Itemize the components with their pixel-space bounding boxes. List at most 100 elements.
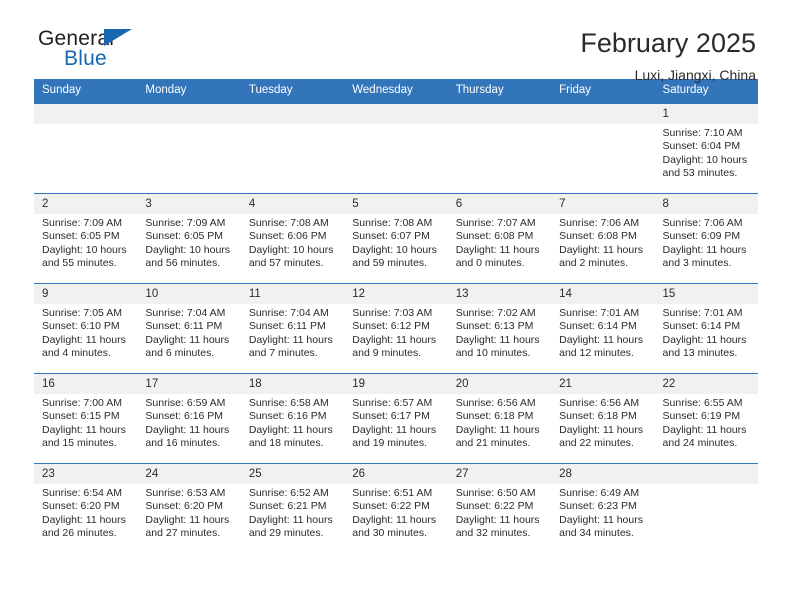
sunset-text: Sunset: 6:05 PM [42,230,120,243]
calendar-day-cell[interactable]: 24 Sunrise: 6:53 AM Sunset: 6:20 PM Dayligh… [137,463,241,554]
location-subtitle: Luxi, Jiangxi, China [634,67,756,83]
sunrise-text: Sunrise: 7:06 AM [559,217,640,229]
sunrise-text: Sunrise: 6:56 AM [559,397,640,409]
calendar-day-cell[interactable]: 18 Sunrise: 6:58 AM Sunset: 6:16 PM Dayligh… [240,373,345,464]
calendar-day-cell[interactable] [447,103,552,194]
day-cell-content: 28 Sunrise: 6:49 AM Sunset: 6:23 PM Dayligh… [551,464,655,553]
calendar-day-cell[interactable] [551,103,655,194]
page-title: February 2025 [580,28,756,58]
daylight-text: Daylight: 10 hours and 59 minutes. [352,243,437,270]
daylight-text: Daylight: 11 hours and 19 minutes. [352,423,437,450]
sunrise-text: Sunrise: 6:58 AM [248,397,329,409]
sunrise-text: Sunrise: 6:50 AM [455,487,536,499]
day-number: 4 [240,194,345,214]
calendar-day-cell[interactable]: 27 Sunrise: 6:50 AM Sunset: 6:22 PM Dayligh… [447,463,552,554]
day-number: 13 [447,284,552,304]
calendar-day-cell[interactable]: 5 Sunrise: 7:08 AM Sunset: 6:07 PM Daylight… [344,193,448,284]
sunrise-text: Sunrise: 7:08 AM [352,217,433,229]
calendar-day-cell[interactable]: 19 Sunrise: 6:57 AM Sunset: 6:17 PM Dayligh… [344,373,448,464]
sunrise-text: Sunrise: 7:01 AM [559,307,640,319]
day-sun-info: Sunrise: 7:06 AM Sunset: 6:09 PM Daylight:… [655,214,758,271]
calendar-day-cell[interactable]: 3 Sunrise: 7:09 AM Sunset: 6:05 PM Daylight… [137,193,241,284]
calendar-day-cell[interactable]: 28 Sunrise: 6:49 AM Sunset: 6:23 PM Dayligh… [551,463,655,554]
calendar-day-cell[interactable]: 11 Sunrise: 7:04 AM Sunset: 6:11 PM Dayligh… [240,283,345,374]
calendar-day-cell[interactable] [344,103,448,194]
weekday-header-wednesday: Wednesday [344,79,448,104]
calendar-day-cell[interactable]: 1 Sunrise: 7:10 AM Sunset: 6:04 PM Daylight… [654,103,758,194]
sunrise-text: Sunrise: 7:09 AM [42,217,122,229]
day-sun-info: Sunrise: 7:08 AM Sunset: 6:06 PM Daylight:… [241,214,344,271]
calendar-day-cell[interactable]: 4 Sunrise: 7:08 AM Sunset: 6:06 PM Daylight… [240,193,345,284]
day-cell-content: 11 Sunrise: 7:04 AM Sunset: 6:11 PM Dayligh… [240,284,345,373]
day-number: 7 [551,194,655,214]
day-cell-content [654,464,758,553]
day-sun-info: Sunrise: 7:00 AM Sunset: 6:15 PM Daylight:… [34,394,137,451]
sunset-text: Sunset: 6:17 PM [352,410,430,423]
day-sun-info: Sunrise: 7:06 AM Sunset: 6:08 PM Daylight:… [551,214,654,271]
calendar-day-cell[interactable]: 26 Sunrise: 6:51 AM Sunset: 6:22 PM Dayligh… [344,463,448,554]
calendar-day-cell[interactable]: 25 Sunrise: 6:52 AM Sunset: 6:21 PM Dayligh… [240,463,345,554]
calendar-day-cell[interactable]: 8 Sunrise: 7:06 AM Sunset: 6:09 PM Daylight… [654,193,758,284]
calendar-day-cell[interactable]: 17 Sunrise: 6:59 AM Sunset: 6:16 PM Dayligh… [137,373,241,464]
day-number: 2 [34,194,138,214]
day-cell-content [551,104,655,193]
calendar-day-cell[interactable]: 6 Sunrise: 7:07 AM Sunset: 6:08 PM Daylight… [447,193,552,284]
calendar-day-cell[interactable]: 14 Sunrise: 7:01 AM Sunset: 6:14 PM Dayligh… [551,283,655,374]
day-sun-info: Sunrise: 6:56 AM Sunset: 6:18 PM Daylight:… [448,394,551,451]
day-cell-content [447,104,552,193]
calendar-day-cell[interactable] [34,103,138,194]
day-cell-content: 13 Sunrise: 7:02 AM Sunset: 6:13 PM Dayligh… [447,284,552,373]
calendar-day-cell[interactable]: 12 Sunrise: 7:03 AM Sunset: 6:12 PM Dayligh… [344,283,448,374]
sunset-text: Sunset: 6:21 PM [248,500,327,513]
calendar-day-cell[interactable]: 15 Sunrise: 7:01 AM Sunset: 6:14 PM Dayligh… [654,283,758,374]
sunrise-text: Sunrise: 6:54 AM [42,487,122,499]
day-sun-info: Sunrise: 7:10 AM Sunset: 6:04 PM Daylight:… [655,124,758,181]
day-sun-info: Sunrise: 7:08 AM Sunset: 6:07 PM Daylight:… [344,214,447,271]
day-number: 26 [344,464,448,484]
day-cell-content: 6 Sunrise: 7:07 AM Sunset: 6:08 PM Daylight… [447,194,552,283]
day-number: 24 [137,464,241,484]
day-number [551,104,655,124]
daylight-text: Daylight: 11 hours and 24 minutes. [662,423,747,450]
day-cell-content: 10 Sunrise: 7:04 AM Sunset: 6:11 PM Dayligh… [137,284,241,373]
sunrise-text: Sunrise: 6:57 AM [352,397,433,409]
daylight-text: Daylight: 11 hours and 0 minutes. [455,243,540,270]
day-sun-info: Sunrise: 7:09 AM Sunset: 6:05 PM Daylight:… [34,214,137,271]
sunset-text: Sunset: 6:19 PM [662,410,741,423]
calendar-day-cell[interactable] [240,103,345,194]
calendar-day-cell[interactable]: 20 Sunrise: 6:56 AM Sunset: 6:18 PM Dayligh… [447,373,552,464]
day-cell-content [240,104,345,193]
day-cell-content [137,104,241,193]
sunrise-text: Sunrise: 6:53 AM [145,487,226,499]
day-sun-info: Sunrise: 6:56 AM Sunset: 6:18 PM Daylight:… [551,394,654,451]
calendar-day-cell[interactable]: 23 Sunrise: 6:54 AM Sunset: 6:20 PM Dayligh… [34,463,138,554]
calendar-day-cell[interactable]: 2 Sunrise: 7:09 AM Sunset: 6:05 PM Daylight… [34,193,138,284]
calendar-day-cell[interactable]: 9 Sunrise: 7:05 AM Sunset: 6:10 PM Daylight… [34,283,138,374]
calendar-day-cell[interactable]: 7 Sunrise: 7:06 AM Sunset: 6:08 PM Daylight… [551,193,655,284]
day-number: 8 [654,194,758,214]
calendar-day-cell[interactable] [654,463,758,554]
daylight-text: Daylight: 11 hours and 30 minutes. [352,513,437,540]
sunrise-text: Sunrise: 7:08 AM [248,217,329,229]
calendar-day-cell[interactable]: 16 Sunrise: 7:00 AM Sunset: 6:15 PM Dayligh… [34,373,138,464]
day-sun-info: Sunrise: 6:50 AM Sunset: 6:22 PM Daylight:… [448,484,551,541]
day-cell-content: 2 Sunrise: 7:09 AM Sunset: 6:05 PM Daylight… [34,194,138,283]
day-cell-content: 15 Sunrise: 7:01 AM Sunset: 6:14 PM Dayligh… [654,284,758,373]
day-cell-content: 19 Sunrise: 6:57 AM Sunset: 6:17 PM Dayligh… [344,374,448,463]
calendar-body: 1 Sunrise: 7:10 AM Sunset: 6:04 PM Daylight… [34,103,758,554]
calendar-day-cell[interactable]: 10 Sunrise: 7:04 AM Sunset: 6:11 PM Dayligh… [137,283,241,374]
day-number: 19 [344,374,448,394]
calendar-day-cell[interactable]: 22 Sunrise: 6:55 AM Sunset: 6:19 PM Dayligh… [654,373,758,464]
calendar-day-cell[interactable]: 21 Sunrise: 6:56 AM Sunset: 6:18 PM Dayligh… [551,373,655,464]
calendar-day-cell[interactable]: 13 Sunrise: 7:02 AM Sunset: 6:13 PM Dayligh… [447,283,552,374]
daylight-text: Daylight: 11 hours and 7 minutes. [248,333,333,360]
day-number: 9 [34,284,138,304]
sunrise-text: Sunrise: 6:59 AM [145,397,226,409]
sunset-text: Sunset: 6:22 PM [455,500,534,513]
general-blue-logo[interactable]: General Blue [34,28,238,74]
sunrise-text: Sunrise: 6:51 AM [352,487,433,499]
day-number: 12 [344,284,448,304]
day-number: 5 [344,194,448,214]
sunset-text: Sunset: 6:14 PM [559,320,637,333]
calendar-day-cell[interactable] [137,103,241,194]
